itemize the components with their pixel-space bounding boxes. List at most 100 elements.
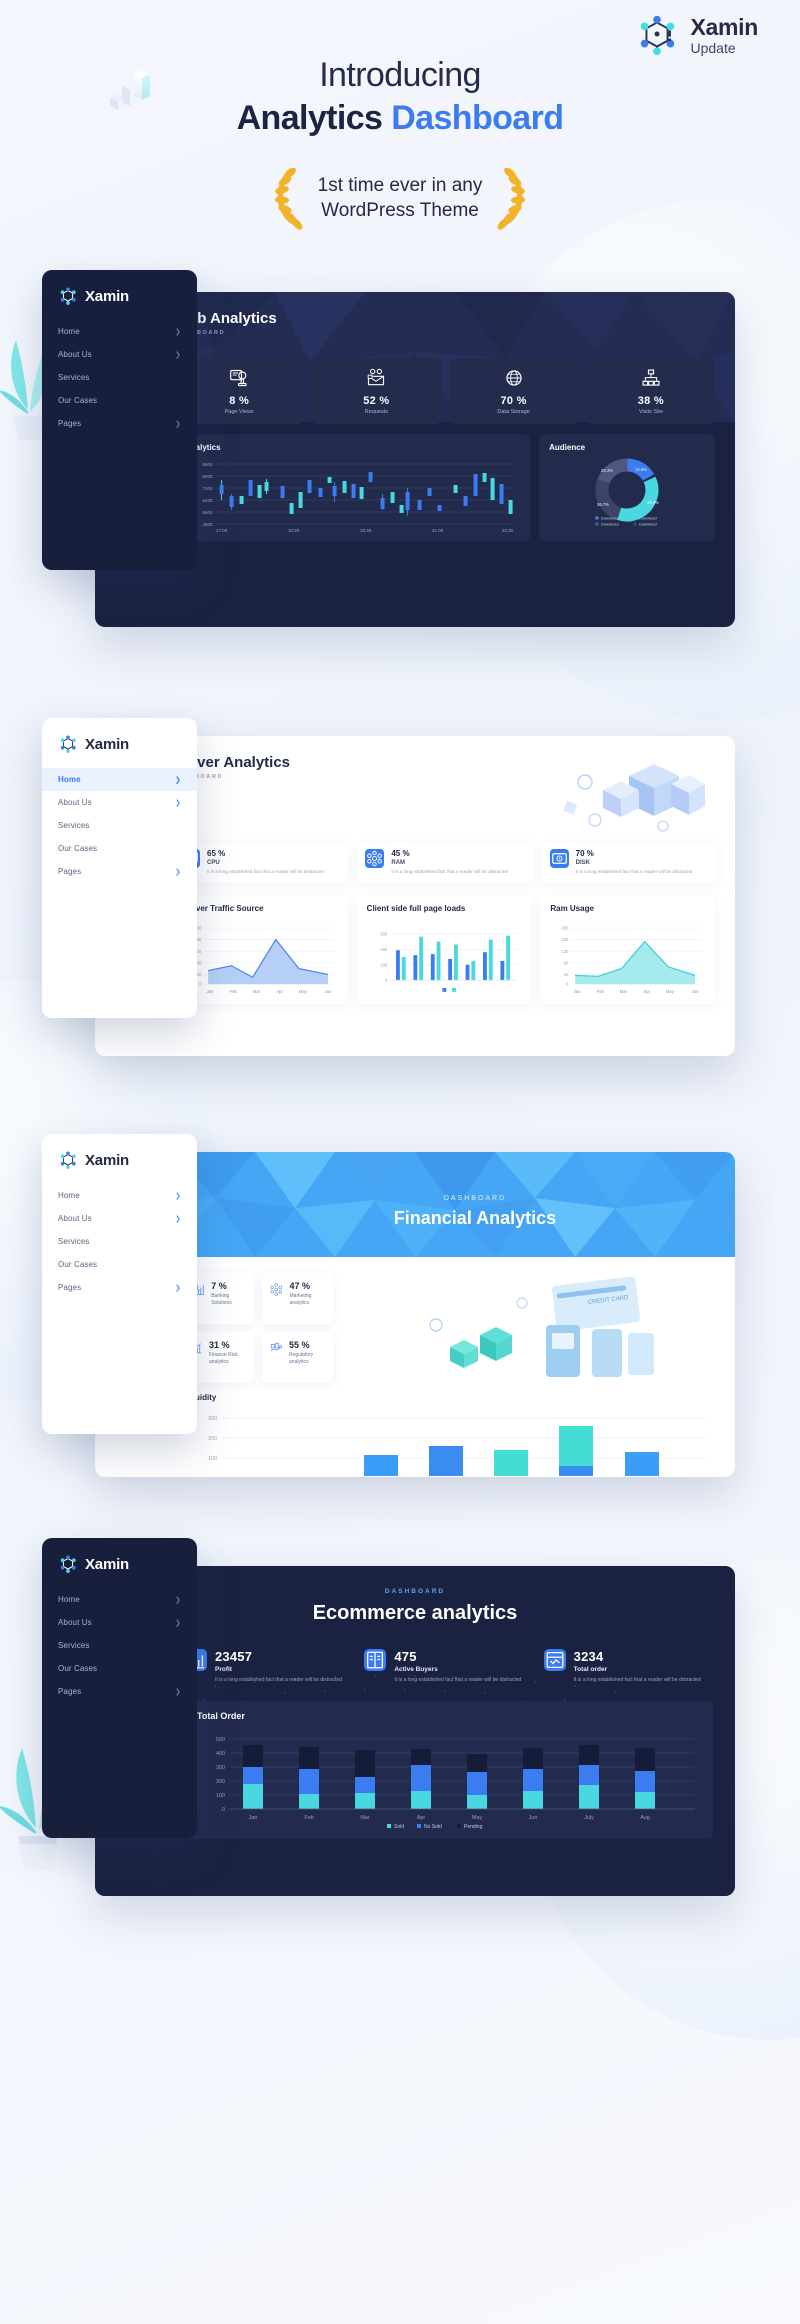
molecule-network-icon — [60, 1151, 76, 1169]
svg-text:Jun: Jun — [529, 1815, 538, 1821]
svg-text:0: 0 — [566, 982, 569, 987]
laurel-wreath-icon — [274, 167, 303, 230]
donut-label-3: 36.7% — [597, 502, 609, 507]
disk-icon — [549, 849, 569, 868]
ram-chart-title: Ram Usage — [550, 903, 594, 913]
award-badge-text: 1st time ever in any WordPress Theme — [318, 173, 483, 223]
financial-stat-value: 55 % — [288, 1340, 310, 1350]
ecommerce-stat-value: 475 — [394, 1649, 417, 1664]
svg-text:8000: 8000 — [202, 474, 213, 479]
svg-text:Apr: Apr — [644, 989, 651, 994]
sidebar-item-pages[interactable]: Pages ❯ — [42, 860, 197, 883]
sidebar-item-our-cases[interactable]: Our Cases — [42, 837, 197, 860]
ecommerce-stat-desc: It is a long established fact that a rea… — [573, 1677, 701, 1683]
sidebar-light-server: Xamin Home ❯ About Us ❯ Services Our Cas… — [42, 718, 197, 1018]
sidebar-item-services[interactable]: Services — [42, 1634, 197, 1657]
sidebar-item-pages[interactable]: Pages ❯ — [42, 1276, 197, 1299]
server-stat-tile[interactable]: 65 % CPU It is a long established fact t… — [173, 842, 349, 883]
ecommerce-stat-value: 3234 — [573, 1649, 604, 1664]
chevron-right-icon: ❯ — [175, 420, 181, 428]
sidebar-item-services[interactable]: Services — [42, 366, 197, 389]
server-stat-tile[interactable]: 70 % DISK It is a long established fact … — [541, 842, 717, 883]
financial-stat-tile[interactable]: 55 % Regulatory analytics — [262, 1332, 333, 1383]
svg-text:Jan: Jan — [574, 989, 581, 994]
svg-text:Download: Download — [639, 521, 657, 526]
data-storage-icon — [505, 370, 522, 386]
svg-text:Download: Download — [601, 521, 619, 526]
svg-text:150: 150 — [380, 947, 388, 952]
financial-kicker: DASHBOARD — [444, 1195, 506, 1202]
molecule-network-icon — [641, 15, 675, 56]
svg-text:0: 0 — [199, 982, 202, 987]
ecommerce-stat-tile[interactable]: 23457 Profit It is a long established fa… — [185, 1649, 354, 1685]
financial-stat-value: 7 % — [211, 1281, 227, 1291]
server-stat-tile[interactable]: 45 % RAM It is a long established fact t… — [357, 842, 533, 883]
financial-stat-tile[interactable]: 47 % Marketing analytics — [262, 1273, 333, 1324]
web-analytics-title: Web Analytics — [175, 310, 277, 327]
server-analytics-kicker: DASHBOARD — [173, 774, 224, 780]
ram-molecule-icon — [365, 849, 385, 868]
server-stat-label: DISK — [575, 860, 590, 866]
sidebar-item-about-us[interactable]: About Us ❯ — [42, 343, 197, 366]
svg-text:19:40: 19:40 — [360, 528, 372, 533]
page-root: Xamin Update Introducing Analytics Dashb… — [0, 0, 800, 2324]
ecommerce-stat-label: Active Buyers — [394, 1666, 438, 1673]
sidebar-item-about-us[interactable]: About Us ❯ — [42, 1207, 197, 1230]
sidebar-item-home[interactable]: Home ❯ — [42, 320, 197, 343]
svg-text:160: 160 — [562, 937, 570, 942]
financial-stat-value: 31 % — [208, 1340, 230, 1350]
legend-no-sold: No Sold — [424, 1824, 442, 1830]
sidebar-item-pages[interactable]: Pages ❯ — [42, 1680, 197, 1703]
sidebar-item-about-us[interactable]: About Us ❯ — [42, 791, 197, 814]
svg-text:100: 100 — [208, 1456, 217, 1462]
sidebar-item-pages[interactable]: Pages ❯ — [42, 412, 197, 435]
stat-value: 38 % — [637, 395, 665, 407]
chevron-right-icon: ❯ — [175, 1688, 181, 1696]
page-views-icon — [230, 369, 247, 387]
stat-label: Page Views — [224, 409, 254, 415]
sidebar-item-label: Home — [58, 1191, 80, 1200]
sidebar-item-services[interactable]: Services — [42, 1230, 197, 1253]
brand-logo-block: Xamin Update — [634, 12, 758, 58]
svg-text:80: 80 — [197, 960, 202, 965]
stat-tile[interactable]: 70 % Data Storage — [449, 358, 578, 424]
stat-tile[interactable]: 38 % Visits Site — [586, 358, 715, 424]
chevron-right-icon: ❯ — [175, 868, 181, 876]
sidebar-item-about-us[interactable]: About Us ❯ — [42, 1611, 197, 1634]
ecommerce-stat-label: Profit — [215, 1666, 232, 1673]
ecommerce-stat-tile[interactable]: 3234 Total order It is a long establishe… — [543, 1649, 713, 1685]
svg-text:22:20: 22:20 — [502, 528, 514, 533]
chevron-right-icon: ❯ — [175, 1215, 181, 1223]
chevron-right-icon: ❯ — [175, 799, 181, 807]
sidebar-item-home[interactable]: Home ❯ — [42, 1184, 197, 1207]
server-traffic-chart-card: Server Traffic Source 200 160 120 80 40 0 — [173, 894, 348, 1004]
server-stat-value: 65 % — [207, 849, 226, 858]
hero-line-2-blue: Dashboard — [391, 99, 564, 137]
svg-text:Jun: Jun — [325, 989, 332, 994]
ecommerce-stat-tile[interactable]: 475 Active Buyers It is a long establish… — [364, 1649, 533, 1685]
svg-text:May: May — [666, 989, 675, 994]
server-stat-value: 70 % — [575, 849, 594, 858]
sidebar-item-label: Services — [58, 1641, 90, 1650]
sidebar-item-our-cases[interactable]: Our Cases — [42, 1657, 197, 1680]
svg-text:Aug: Aug — [640, 1815, 650, 1821]
sidebar-item-our-cases[interactable]: Our Cases — [42, 1253, 197, 1276]
ecommerce-stat-desc: It is a long established fact that a rea… — [394, 1677, 522, 1683]
sidebar-item-services[interactable]: Services — [42, 814, 197, 837]
sidebar-item-home[interactable]: Home ❯ — [42, 1588, 197, 1611]
server-stat-label: CPU — [207, 860, 220, 866]
svg-text:July: July — [584, 1815, 594, 1821]
stat-tile[interactable]: 52 % Requests — [312, 358, 441, 424]
sidebar-item-our-cases[interactable]: Our Cases — [42, 389, 197, 412]
svg-text:4800: 4800 — [202, 522, 213, 527]
svg-text:17:00: 17:00 — [216, 528, 228, 533]
sidebar-item-home[interactable]: Home ❯ — [42, 768, 197, 791]
total-order-stacked-bar-chart: 500400300 2001000 Jan Feb Mar Apr May Ju… — [216, 1737, 695, 1830]
svg-text:400: 400 — [216, 1751, 225, 1757]
svg-text:6400: 6400 — [202, 498, 213, 503]
svg-text:300: 300 — [216, 1765, 225, 1771]
sidebar-item-label: Pages — [58, 867, 82, 876]
svg-text:May: May — [299, 989, 308, 994]
financial-stat-label: Finance Risk analytics — [208, 1352, 238, 1365]
sidebar-item-label: Pages — [58, 419, 82, 428]
